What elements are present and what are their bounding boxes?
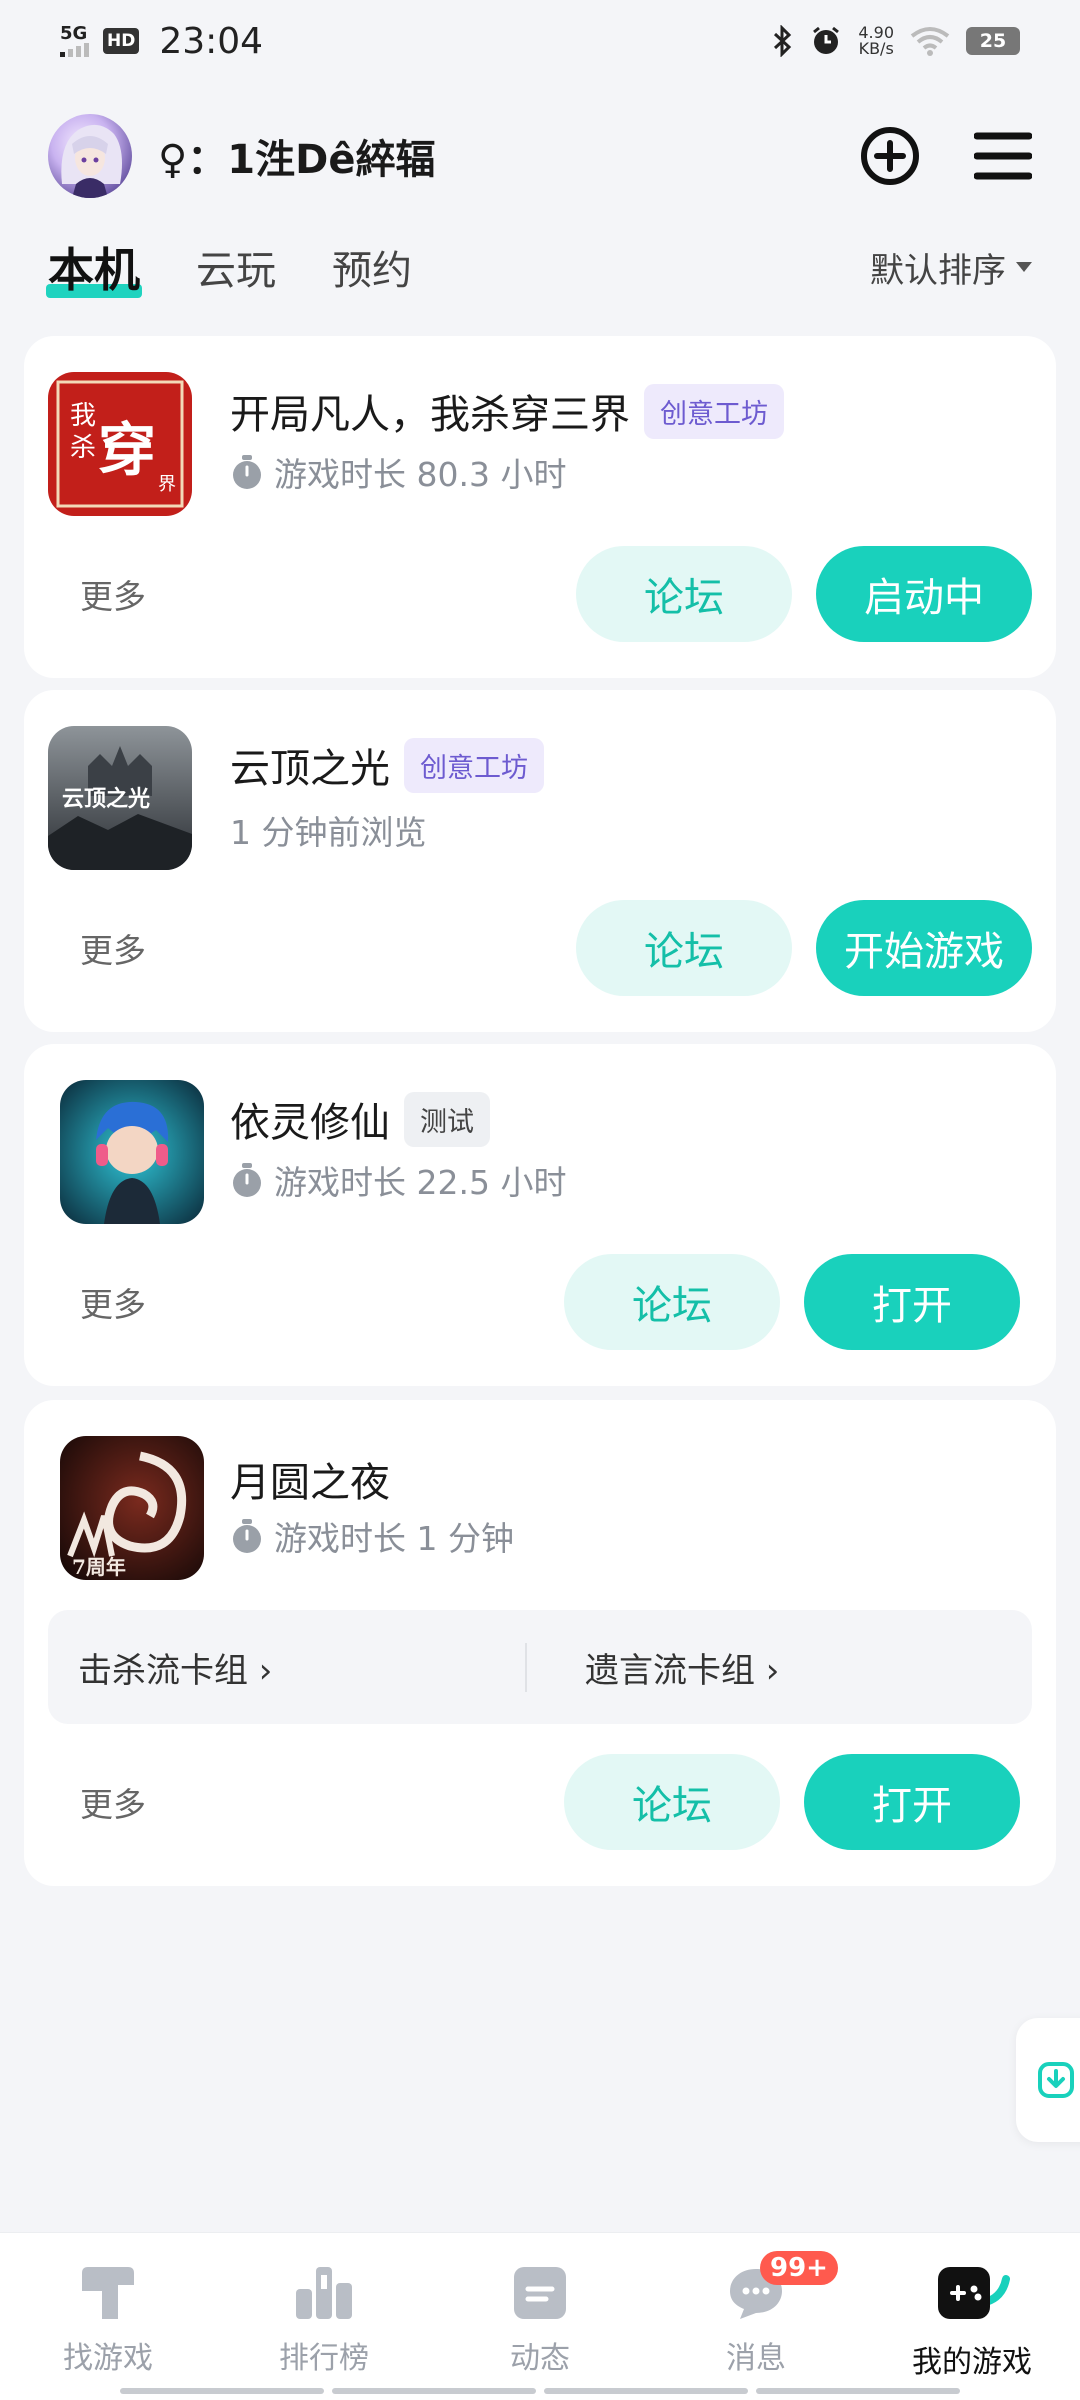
sort-dropdown[interactable]: 默认排序: [870, 243, 1032, 292]
network-type: 5G: [60, 23, 88, 44]
game-title[interactable]: 云顶之光: [230, 736, 390, 794]
svg-text:界: 界: [158, 474, 176, 495]
svg-text:杀: 杀: [70, 433, 96, 463]
unread-badge: 99+: [760, 2251, 838, 2285]
game-icon[interactable]: 我 杀 穿 界: [48, 372, 192, 516]
forum-button[interactable]: 论坛: [576, 546, 792, 642]
game-card: 云顶之光 云顶之光 创意工坊 1 分钟前浏览 更多 论坛 开始游戏: [24, 690, 1056, 1032]
caret-down-icon: [1016, 262, 1032, 272]
forum-button[interactable]: 论坛: [576, 900, 792, 996]
nav-label: 我的游戏: [912, 2345, 1032, 2380]
more-link[interactable]: 更多: [80, 924, 146, 972]
last-viewed: 1 分钟前浏览: [230, 813, 427, 852]
sort-label: 默认排序: [870, 250, 1006, 291]
clock: 23:04: [159, 20, 264, 62]
creative-workshop-tag: 创意工坊: [404, 737, 544, 793]
deck-link-deathrattle[interactable]: 遗言流卡组 ›: [525, 1642, 1032, 1692]
svg-text:穿: 穿: [98, 416, 156, 484]
header: ♀：1泩Dê綷辐: [48, 108, 1032, 204]
game-icon[interactable]: [60, 1080, 204, 1224]
status-bar: 5G HD 23:04 4.90 KB/s 25: [0, 0, 1080, 82]
game-title[interactable]: 开局凡人，我杀穿三界: [230, 382, 630, 440]
tab-cloud-play[interactable]: 云玩: [196, 238, 276, 296]
download-float-button[interactable]: [1016, 2018, 1080, 2142]
tab-reservations[interactable]: 预约: [332, 238, 412, 296]
more-link[interactable]: 更多: [80, 1778, 146, 1826]
test-tag: 测试: [404, 1091, 490, 1147]
username[interactable]: ♀：1泩Dê綷辐: [158, 127, 435, 185]
nav-feed[interactable]: 动态: [432, 2233, 648, 2400]
gesture-bar: [120, 2388, 960, 2394]
play-time: 游戏时长 1 分钟: [274, 1519, 514, 1558]
tab-local[interactable]: 本机: [46, 234, 142, 300]
more-link[interactable]: 更多: [80, 1278, 146, 1326]
feed-icon: [514, 2267, 566, 2319]
wifi-icon: [910, 27, 950, 56]
stopwatch-icon: [233, 1163, 261, 1197]
download-icon: [1038, 2062, 1074, 2098]
nav-label: 找游戏: [63, 2341, 153, 2376]
nav-label: 消息: [726, 2341, 786, 2376]
svg-text:7周年: 7周年: [72, 1555, 126, 1579]
nav-my-games[interactable]: 我的游戏: [864, 2233, 1080, 2400]
launching-button[interactable]: 启动中: [816, 546, 1032, 642]
nav-ranking[interactable]: 排行榜: [216, 2233, 432, 2400]
nav-label: 排行榜: [279, 2341, 369, 2376]
game-icon[interactable]: 7周年: [60, 1436, 204, 1580]
more-link[interactable]: 更多: [80, 570, 146, 618]
nav-find-games[interactable]: 找游戏: [0, 2233, 216, 2400]
battery-icon: 25: [966, 27, 1020, 55]
hd-icon: HD: [103, 28, 140, 54]
tab-bar: 本机 云玩 预约 默认排序: [46, 232, 1032, 302]
forum-button[interactable]: 论坛: [564, 1254, 780, 1350]
find-game-icon: [82, 2267, 134, 2319]
game-card: 依灵修仙 测试 游戏时长 22.5 小时 更多 论坛 打开: [24, 1044, 1056, 1386]
signal-icon: 5G: [60, 25, 89, 57]
game-icon[interactable]: 云顶之光: [48, 726, 192, 870]
deck-link-kill[interactable]: 击杀流卡组 ›: [48, 1643, 525, 1692]
svg-text:云顶之光: 云顶之光: [62, 786, 150, 812]
game-title[interactable]: 月圆之夜: [230, 1450, 390, 1508]
svg-text:我: 我: [70, 401, 96, 431]
game-card: 我 杀 穿 界 开局凡人，我杀穿三界 创意工坊 游戏时长 80.3 小时 更多 …: [24, 336, 1056, 678]
gamepad-icon: [938, 2267, 1010, 2319]
forum-button[interactable]: 论坛: [564, 1754, 780, 1850]
network-speed: 4.90 KB/s: [858, 23, 894, 58]
nav-label: 动态: [510, 2341, 570, 2376]
bluetooth-icon: [774, 25, 792, 57]
add-circle-icon[interactable]: [858, 124, 922, 188]
start-game-button[interactable]: 开始游戏: [816, 900, 1032, 996]
stopwatch-icon: [233, 1519, 261, 1553]
play-time: 游戏时长 22.5 小时: [274, 1163, 567, 1202]
creative-workshop-tag: 创意工坊: [644, 383, 784, 439]
game-card: 7周年 月圆之夜 游戏时长 1 分钟 击杀流卡组 › 遗言流卡组 › 更多 论坛…: [24, 1400, 1056, 1886]
avatar[interactable]: [48, 114, 132, 198]
ranking-icon: [296, 2267, 352, 2319]
open-button[interactable]: 打开: [804, 1254, 1020, 1350]
nav-messages[interactable]: 99+ 消息: [648, 2233, 864, 2400]
stopwatch-icon: [233, 455, 261, 489]
open-button[interactable]: 打开: [804, 1754, 1020, 1850]
game-title[interactable]: 依灵修仙: [230, 1090, 390, 1148]
deck-shortcuts: 击杀流卡组 › 遗言流卡组 ›: [48, 1610, 1032, 1724]
play-time: 游戏时长 80.3 小时: [274, 455, 567, 494]
menu-icon[interactable]: [974, 131, 1032, 181]
bottom-nav: 找游戏 排行榜 动态 99+ 消息 我的游戏: [0, 2232, 1080, 2400]
alarm-icon: [813, 26, 840, 54]
